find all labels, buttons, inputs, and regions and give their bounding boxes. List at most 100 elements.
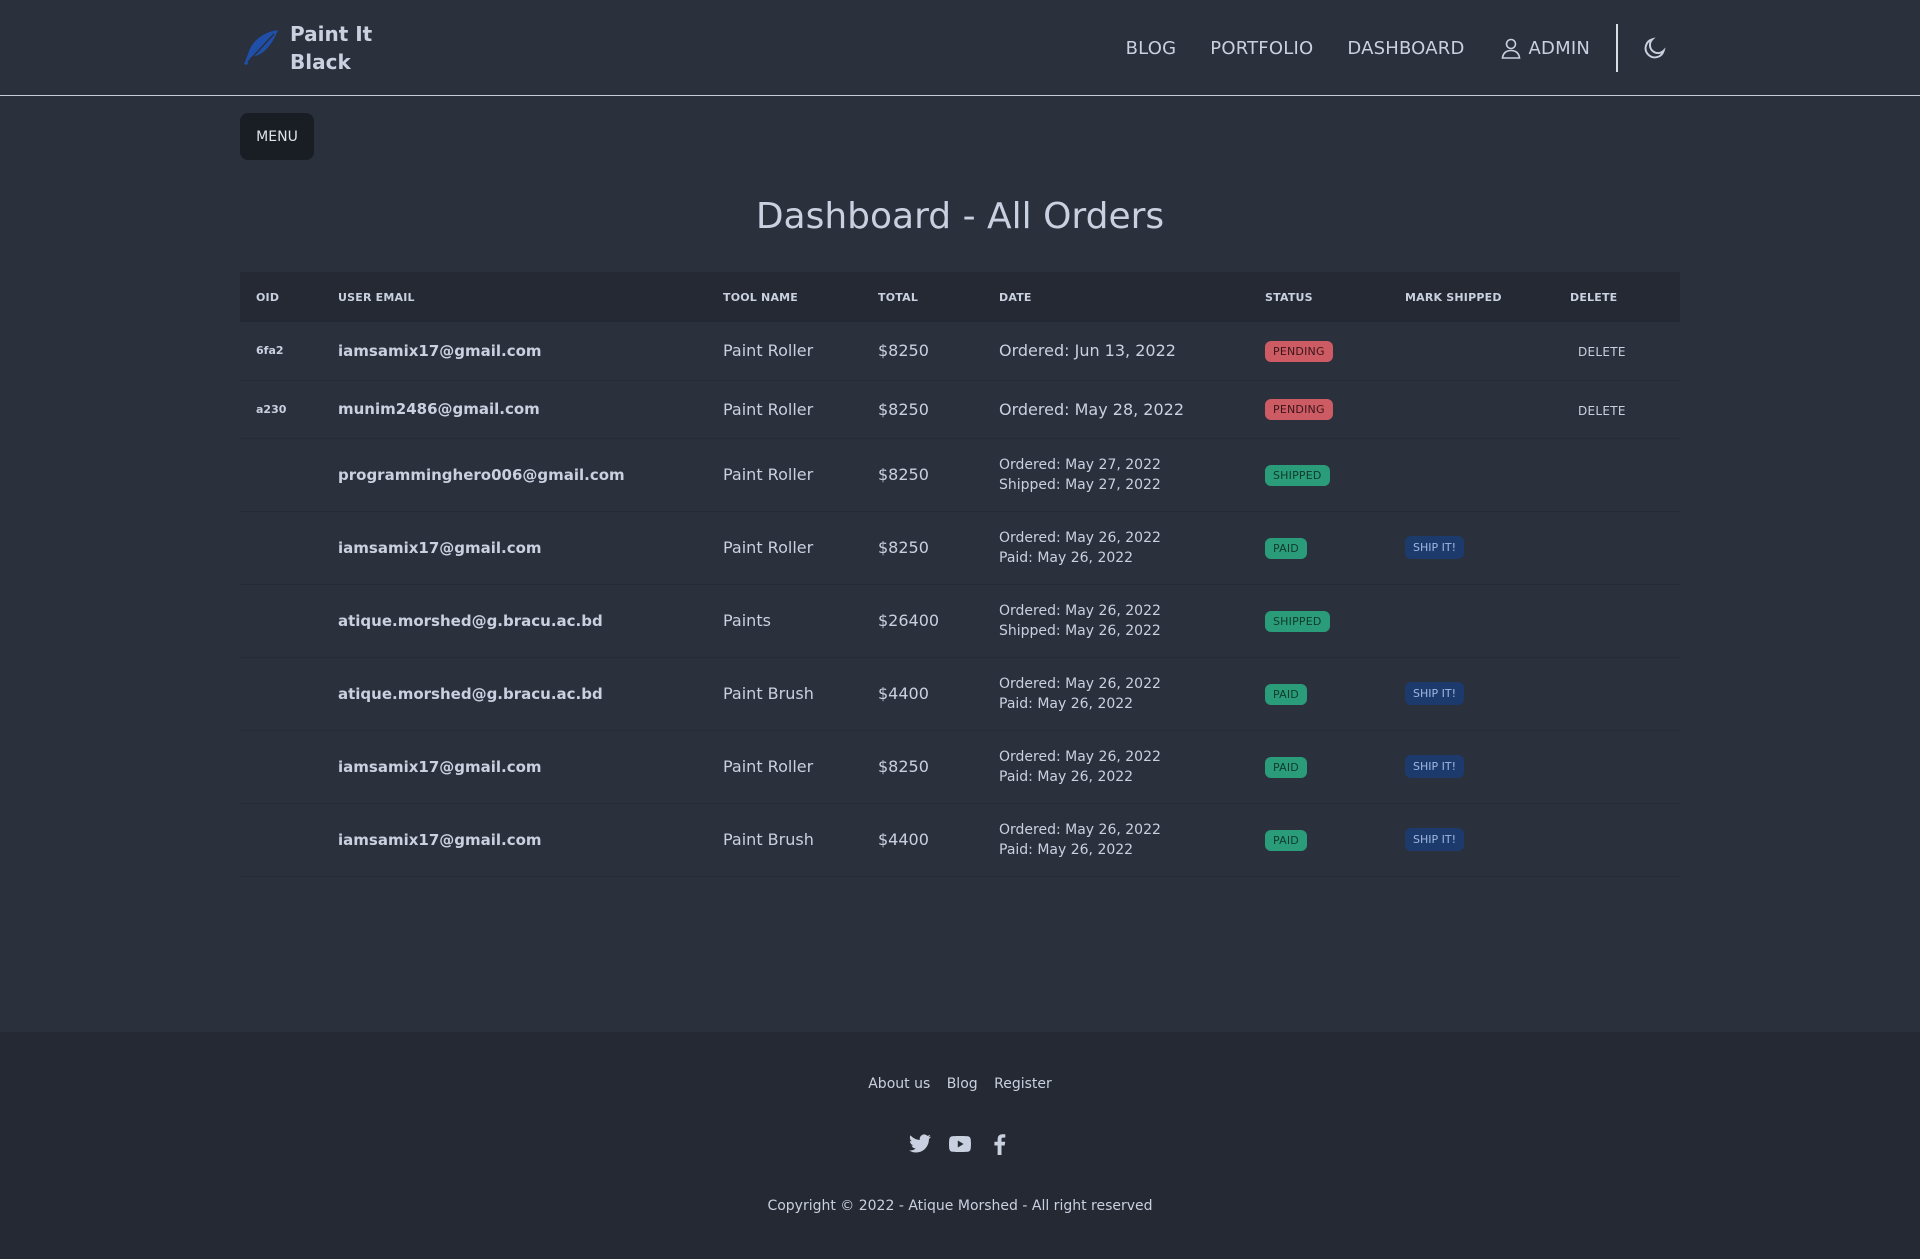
footer-link-blog[interactable]: Blog [947, 1076, 978, 1092]
footer-link-register[interactable]: Register [994, 1076, 1052, 1092]
header-oid: OID [256, 290, 280, 304]
status-badge: PENDING [1265, 399, 1333, 420]
user-email: iamsamix17@gmail.com [322, 511, 707, 585]
brand-name-line1: Paint It [290, 22, 373, 46]
nav-admin-label: ADMIN [1528, 37, 1590, 59]
table-row: iamsamix17@gmail.com Paint Roller $8250 … [240, 730, 1680, 804]
tool-name: Paint Roller [707, 380, 862, 439]
order-date: Ordered: May 27, 2022 Shipped: May 27, 2… [983, 438, 1249, 512]
facebook-icon[interactable] [988, 1132, 1012, 1156]
delete-button[interactable]: DELETE [1570, 404, 1626, 418]
header-mark-shipped: MARK SHIPPED [1405, 290, 1502, 304]
table-row: a230 munim2486@gmail.com Paint Roller $8… [240, 380, 1680, 439]
table-row: programminghero006@gmail.com Paint Rolle… [240, 438, 1680, 512]
date-ordered: Ordered: May 26, 2022 [999, 529, 1161, 546]
page-title: Dashboard - All Orders [755, 196, 1165, 237]
order-total: $26400 [862, 584, 983, 658]
brand-logo[interactable]: Paint It Black [238, 20, 380, 76]
delete-cell [1554, 730, 1680, 804]
status-badge: SHIPPED [1265, 464, 1330, 486]
mark-shipped-cell [1389, 322, 1554, 381]
user-email: iamsamix17@gmail.com [322, 730, 707, 804]
main-nav: BLOG PORTFOLIO DASHBOARD ADMIN [1126, 24, 1668, 72]
brand-name: Paint It Black [290, 20, 380, 76]
date-shipped: Shipped: May 27, 2022 [999, 476, 1161, 493]
order-id [240, 438, 322, 512]
user-email: iamsamix17@gmail.com [322, 803, 707, 877]
nav-admin[interactable]: ADMIN [1499, 36, 1590, 60]
date-ordered: Ordered: May 26, 2022 [999, 675, 1161, 692]
order-date: Ordered: May 28, 2022 [983, 380, 1249, 439]
status-badge: SHIPPED [1265, 610, 1330, 632]
moon-icon[interactable] [1642, 35, 1668, 61]
status-cell: PAID [1249, 730, 1389, 804]
status-cell: PENDING [1249, 380, 1389, 439]
order-id [240, 730, 322, 804]
status-cell: PAID [1249, 803, 1389, 877]
header-date: DATE [999, 290, 1032, 304]
order-total: $8250 [862, 322, 983, 381]
twitter-icon[interactable] [908, 1132, 932, 1156]
delete-cell: DELETE [1554, 380, 1680, 439]
tool-name: Paints [707, 584, 862, 658]
status-badge: PAID [1265, 756, 1307, 778]
delete-cell [1554, 657, 1680, 731]
ship-it-button[interactable]: SHIP IT! [1405, 828, 1465, 851]
order-id: a230 [240, 380, 322, 439]
ship-it-button[interactable]: SHIP IT! [1405, 755, 1465, 778]
brand-name-line2: Black [290, 50, 351, 74]
header-user-email: USER EMAIL [338, 290, 415, 304]
date-paid: Paid: May 26, 2022 [999, 695, 1134, 712]
header-status: STATUS [1265, 290, 1313, 304]
order-id [240, 803, 322, 877]
user-email: programminghero006@gmail.com [322, 438, 707, 512]
order-date: Ordered: May 26, 2022 Paid: May 26, 2022 [983, 657, 1249, 731]
nav-portfolio[interactable]: PORTFOLIO [1210, 38, 1313, 59]
status-badge: PENDING [1265, 340, 1333, 362]
menu-button[interactable]: MENU [240, 113, 314, 160]
footer-links: About us Blog Register [0, 1076, 1920, 1092]
date-paid: Paid: May 26, 2022 [999, 841, 1134, 858]
table-row: iamsamix17@gmail.com Paint Brush $4400 O… [240, 803, 1680, 877]
tool-name: Paint Brush [707, 657, 862, 731]
user-email: munim2486@gmail.com [322, 380, 707, 439]
table-row: atique.morshed@g.bracu.ac.bd Paint Brush… [240, 657, 1680, 731]
tool-name: Paint Roller [707, 730, 862, 804]
mark-shipped-cell [1389, 438, 1554, 512]
table-header-row: OID USER EMAIL TOOL NAME TOTAL DATE STAT… [240, 272, 1680, 322]
delete-button[interactable]: DELETE [1570, 345, 1626, 359]
status-cell: PAID [1249, 657, 1389, 731]
ship-it-button[interactable]: SHIP IT! [1405, 536, 1465, 559]
delete-cell [1554, 584, 1680, 658]
delete-cell [1554, 511, 1680, 585]
date-paid: Paid: May 26, 2022 [999, 549, 1134, 566]
order-total: $8250 [862, 730, 983, 804]
youtube-icon[interactable] [948, 1132, 972, 1156]
nav-divider [1616, 24, 1618, 72]
order-id: 6fa2 [240, 322, 322, 381]
user-icon [1501, 38, 1520, 59]
navbar: Paint It Black BLOG PORTFOLIO DASHBOARD … [0, 0, 1920, 96]
order-total: $4400 [862, 657, 983, 731]
mark-shipped-cell [1389, 584, 1554, 658]
date-ordered: Ordered: May 28, 2022 [999, 399, 1185, 419]
footer-link-about[interactable]: About us [868, 1076, 930, 1092]
order-date: Ordered: May 26, 2022 Shipped: May 26, 2… [983, 584, 1249, 658]
nav-blog[interactable]: BLOG [1126, 38, 1177, 59]
date-paid: Paid: May 26, 2022 [999, 768, 1134, 785]
delete-cell: DELETE [1554, 322, 1680, 381]
ship-it-button[interactable]: SHIP IT! [1405, 682, 1465, 705]
nav-dashboard[interactable]: DASHBOARD [1347, 38, 1464, 59]
status-cell: SHIPPED [1249, 584, 1389, 658]
order-id [240, 511, 322, 585]
header-tool-name: TOOL NAME [723, 290, 799, 304]
copyright-text: Copyright © 2022 - Atique Morshed - All … [767, 1198, 1153, 1214]
status-badge: PAID [1265, 537, 1307, 559]
status-cell: SHIPPED [1249, 438, 1389, 512]
date-ordered: Ordered: May 26, 2022 [999, 602, 1161, 619]
table-row: 6fa2 iamsamix17@gmail.com Paint Roller $… [240, 322, 1680, 381]
date-ordered: Ordered: Jun 13, 2022 [999, 341, 1176, 361]
header-delete: DELETE [1570, 290, 1618, 304]
mark-shipped-cell: SHIP IT! [1389, 730, 1554, 804]
order-date: Ordered: May 26, 2022 Paid: May 26, 2022 [983, 730, 1249, 804]
